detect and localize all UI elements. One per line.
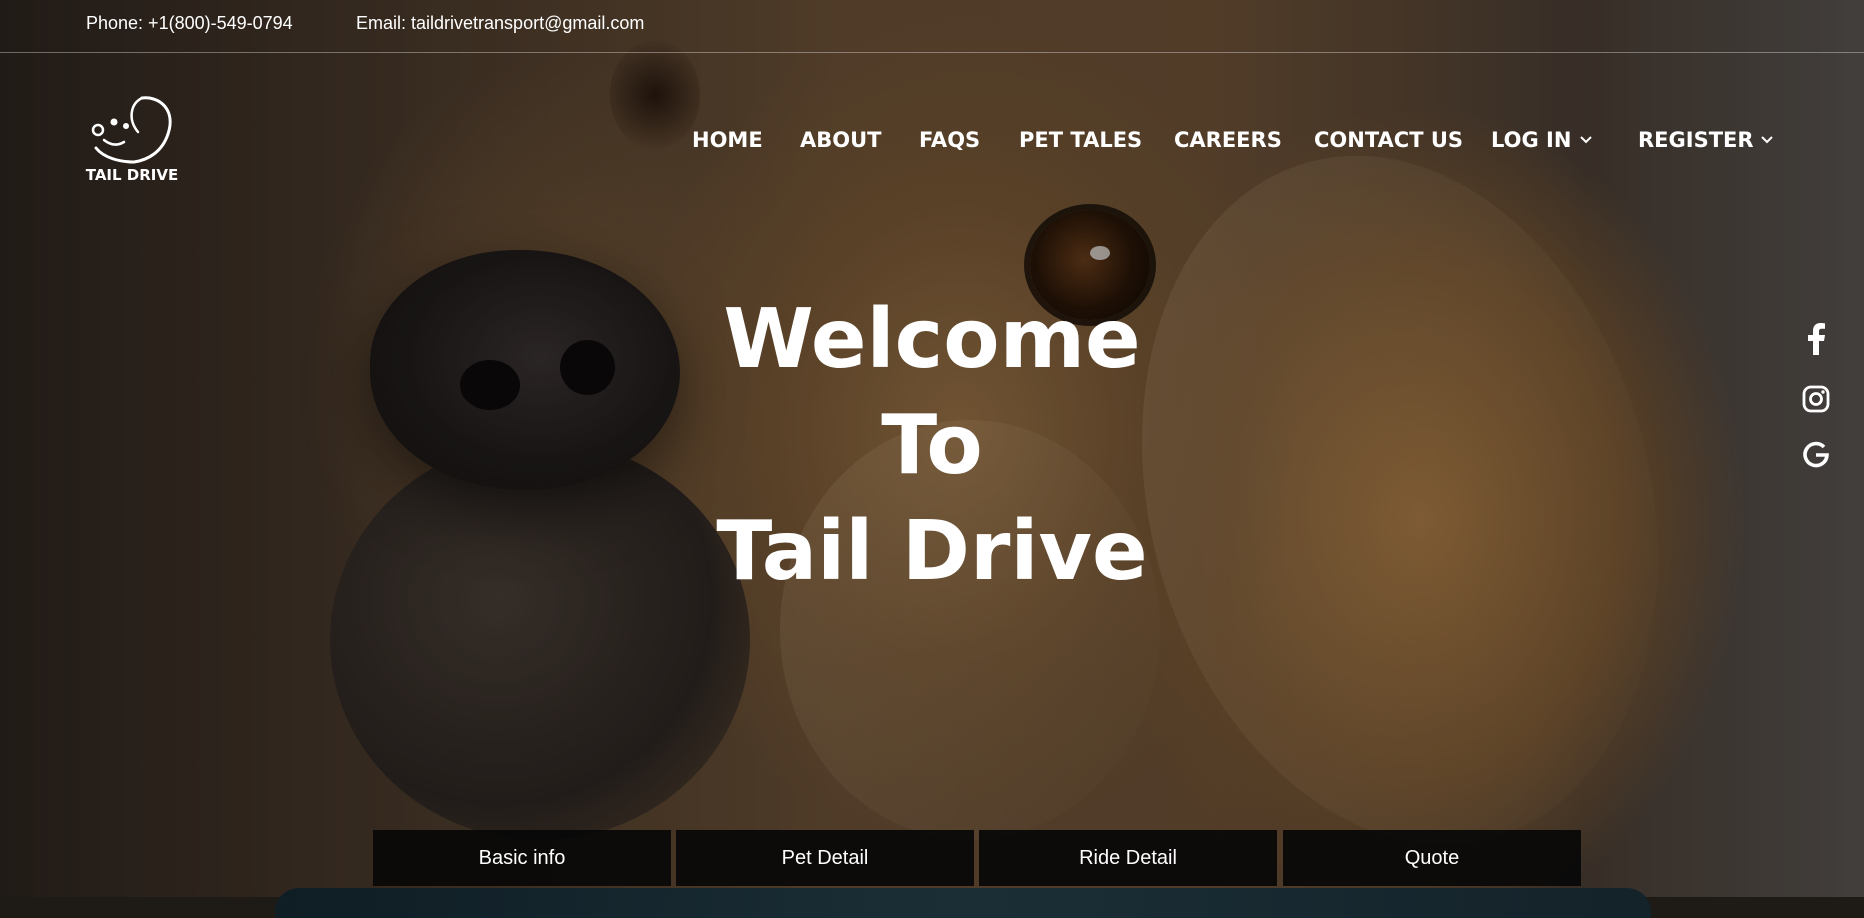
hero-title-line-3: Tail Drive	[716, 504, 1148, 599]
step-ride-detail[interactable]: Ride Detail	[979, 830, 1277, 886]
hero-title-line-2: To	[881, 398, 983, 493]
google-link[interactable]	[1798, 436, 1834, 472]
nav-faqs[interactable]: FAQS	[919, 128, 980, 152]
nav-contact-us[interactable]: CONTACT US	[1314, 128, 1463, 152]
form-panel-top	[275, 888, 1651, 918]
step-quote[interactable]: Quote	[1283, 830, 1581, 886]
nav-pet-tales[interactable]: PET TALES	[1019, 128, 1142, 152]
nav-about[interactable]: ABOUT	[800, 128, 882, 152]
hero-title-line-1: Welcome	[723, 292, 1141, 387]
quote-steps: Basic info Pet Detail Ride Detail Quote	[373, 830, 1581, 886]
google-icon	[1803, 441, 1829, 468]
email-contact[interactable]: Email: taildrivetransport@gmail.com	[356, 13, 644, 34]
paw-heart-logo-icon	[91, 96, 172, 164]
instagram-icon	[1802, 385, 1830, 413]
nav-careers[interactable]: CAREERS	[1174, 128, 1282, 152]
logo-wordmark: TAIL DRIVE	[85, 166, 179, 184]
phone-contact[interactable]: Phone: +1(800)-549-0794	[86, 13, 293, 34]
nav-register[interactable]: REGISTER	[1638, 128, 1754, 152]
facebook-link[interactable]	[1798, 321, 1834, 357]
chevron-down-icon[interactable]	[1578, 132, 1594, 148]
facebook-icon	[1808, 323, 1825, 355]
nav-home[interactable]: HOME	[692, 128, 763, 152]
top-contact-bar: Phone: +1(800)-549-0794 Email: taildrive…	[0, 0, 1864, 53]
chevron-down-icon[interactable]	[1759, 132, 1775, 148]
site-logo[interactable]: TAIL DRIVE	[84, 92, 180, 188]
nav-log-in[interactable]: LOG IN	[1491, 128, 1571, 152]
step-pet-detail[interactable]: Pet Detail	[676, 830, 974, 886]
instagram-link[interactable]	[1798, 381, 1834, 417]
step-basic-info[interactable]: Basic info	[373, 830, 671, 886]
